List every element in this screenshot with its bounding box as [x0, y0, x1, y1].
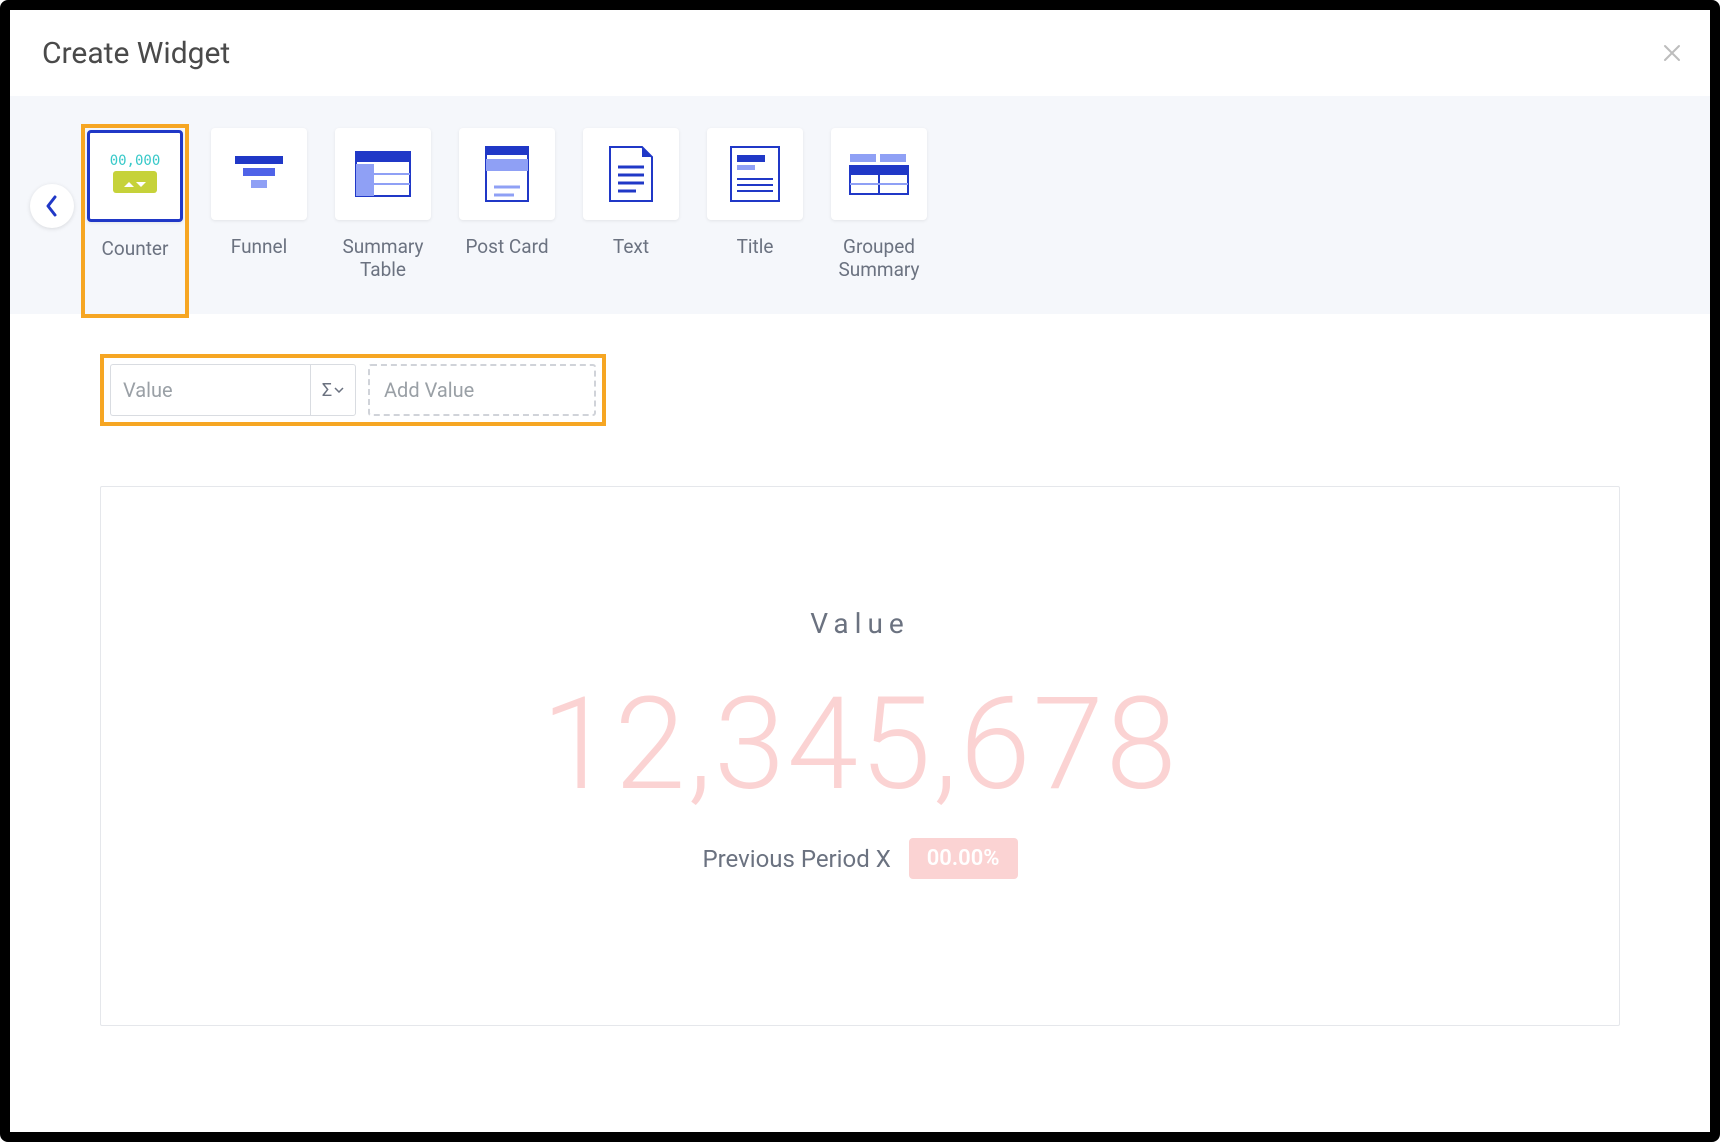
preview-value-label: Value [101, 607, 1619, 640]
widget-type-post-card-thumb[interactable] [459, 128, 555, 220]
widget-type-summary-table: Summary Table [333, 128, 433, 314]
widget-type-counter-thumb[interactable]: 00,000 [87, 130, 183, 222]
sigma-icon: Σ [322, 380, 332, 401]
widget-type-title: Title [705, 128, 805, 314]
widget-type-strip: 00,000 Counter Funnel [10, 96, 1710, 314]
value-field: Value Σ [110, 364, 356, 416]
svg-text:00,000: 00,000 [110, 153, 161, 169]
counter-icon: 00,000 [103, 149, 167, 203]
aggregate-dropdown[interactable]: Σ [310, 364, 356, 416]
preview-area: Value 12,345,678 Previous Period X 00.00… [10, 426, 1710, 1026]
widget-type-counter: 00,000 Counter [85, 128, 185, 314]
widget-type-funnel-thumb[interactable] [211, 128, 307, 220]
widget-type-grouped-summary: Grouped Summary [829, 128, 929, 314]
nav-back-button[interactable] [30, 184, 74, 228]
modal-frame: Create Widget 00,000 Counter [0, 0, 1720, 1142]
summary-table-icon [354, 150, 412, 198]
preview-previous-label: Previous Period X [702, 845, 890, 873]
preview-change-badge: 00.00% [909, 838, 1018, 879]
post-card-icon [484, 145, 530, 203]
title-icon [729, 145, 781, 203]
widget-type-grouped-summary-label: Grouped Summary [829, 236, 929, 282]
widget-type-post-card: Post Card [457, 128, 557, 314]
add-value-button[interactable]: Add Value [368, 364, 596, 416]
caret-down-icon [334, 387, 344, 393]
modal-header: Create Widget [10, 10, 1710, 96]
grouped-summary-icon [848, 152, 910, 196]
widget-type-summary-table-thumb[interactable] [335, 128, 431, 220]
widget-type-title-thumb[interactable] [707, 128, 803, 220]
value-field-input[interactable]: Value [110, 364, 310, 416]
close-button[interactable] [1658, 39, 1686, 67]
preview-value-number: 12,345,678 [101, 670, 1619, 820]
widget-type-counter-label: Counter [87, 238, 183, 261]
widget-type-text: Text [581, 128, 681, 314]
field-row: Value Σ Add Value [100, 354, 606, 426]
widget-type-funnel-label: Funnel [209, 236, 309, 259]
funnel-icon [231, 152, 287, 196]
widget-type-text-label: Text [581, 236, 681, 259]
widget-type-text-thumb[interactable] [583, 128, 679, 220]
chevron-left-icon [45, 195, 59, 217]
widget-type-funnel: Funnel [209, 128, 309, 314]
modal-title: Create Widget [42, 36, 230, 71]
widget-type-post-card-label: Post Card [457, 236, 557, 259]
counter-preview: Value 12,345,678 Previous Period X 00.00… [100, 486, 1620, 1026]
text-icon [608, 145, 654, 203]
widget-type-summary-table-label: Summary Table [333, 236, 433, 282]
close-icon [1662, 43, 1682, 63]
field-config-area: Value Σ Add Value [10, 314, 1710, 426]
widget-type-grouped-summary-thumb[interactable] [831, 128, 927, 220]
widget-type-title-label: Title [705, 236, 805, 259]
preview-footer: Previous Period X 00.00% [101, 838, 1619, 879]
